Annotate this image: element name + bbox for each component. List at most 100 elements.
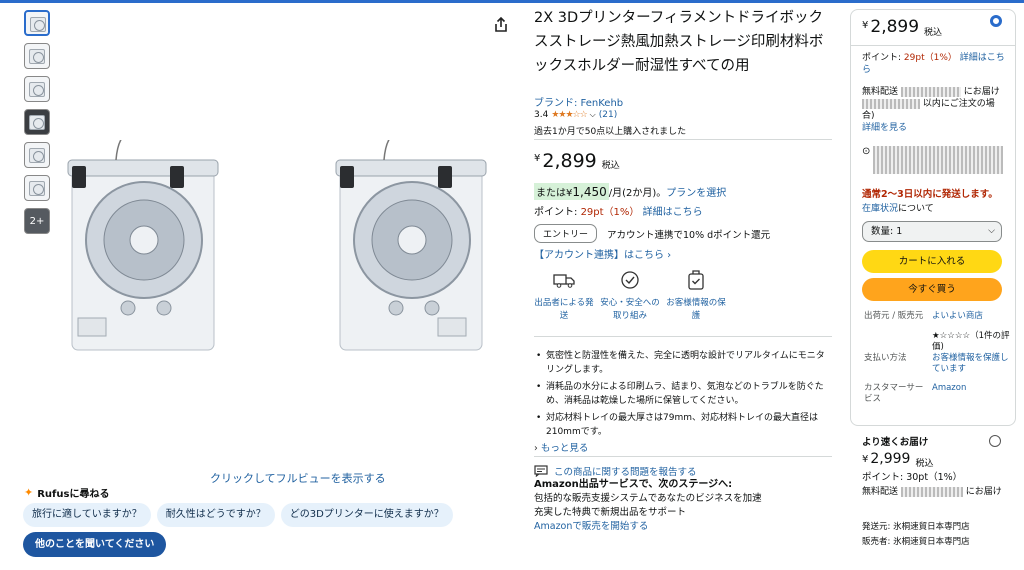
- entry-button[interactable]: エントリー: [534, 224, 598, 243]
- report-issue-link[interactable]: この商品に関する問題を報告する: [534, 464, 697, 478]
- product-title: 2X 3Dプリンターフィラメントドライボックスストレージ熱風加熱ストレージ印刷材…: [534, 10, 824, 74]
- dry-box-right: [335, 140, 487, 351]
- lock-icon: [688, 270, 704, 290]
- quantity-select[interactable]: 数量: 1 ⌵: [862, 221, 1002, 242]
- thumbnail-strip: 2+: [24, 10, 50, 241]
- feature-privacy[interactable]: お客様情報の保護: [666, 268, 726, 323]
- customer-service-link[interactable]: Amazon: [932, 383, 1012, 394]
- installment-row: または¥1,450 /月(2か月)。 プランを選択: [534, 183, 726, 200]
- buy-now-button[interactable]: 今すぐ買う: [862, 278, 1002, 301]
- thumbnail-more[interactable]: 2+: [24, 208, 50, 234]
- payment-link[interactable]: お客様情報を保護しています: [932, 353, 1012, 375]
- rating-stars-icon[interactable]: ★★★☆☆: [551, 110, 587, 120]
- rating-value: 3.4: [534, 110, 549, 120]
- tax-label: 税込: [601, 161, 620, 171]
- amazon-services-promo: Amazon出品サービスで、次のステージへ: 包括的な販売支援システムであなたの…: [534, 478, 762, 534]
- services-line: 包括的な販売支援システムであなたのビジネスを加速: [534, 493, 762, 504]
- ship-from: 発送元: 氷桐速貿日本専門店: [862, 522, 970, 532]
- share-icon[interactable]: [493, 16, 509, 34]
- delivery-location[interactable]: ⊙: [862, 146, 1004, 174]
- redacted-address: [873, 146, 1004, 174]
- rufus-chip-printer[interactable]: どの3Dプリンターに使えますか？: [280, 503, 453, 527]
- points-detail-link[interactable]: 詳細はこちら: [643, 207, 703, 218]
- report-icon: [534, 465, 548, 477]
- offer-radio[interactable]: [989, 435, 1001, 447]
- buybox-delivery: 無料配送 にお届け 以内にご注文の場合) 詳細を見る: [862, 86, 1000, 133]
- chevron-right-icon: ›: [534, 443, 538, 454]
- rufus-chip-durability[interactable]: 耐久性はどうですか？: [156, 503, 275, 527]
- top-accent-line: [0, 0, 1024, 3]
- buybox-price-value: 2,899: [870, 17, 920, 37]
- points-row: ポイント: 29pt（1%） 詳細はこちら: [534, 207, 703, 218]
- shield-icon: [621, 271, 639, 289]
- thumbnail-1[interactable]: [24, 10, 50, 36]
- rufus-header: ✦ Rufusに尋ねる: [24, 485, 109, 500]
- feature-bullets: 気密性と防湿性を備えた、完全に透明な設計でリアルタイムにモニタリングします。 消…: [534, 349, 832, 442]
- redacted-time: [862, 98, 920, 109]
- thumbnail-5[interactable]: [24, 142, 50, 168]
- faster-offer-seller: 発送元: 氷桐速貿日本専門店 販売者: 氷桐速貿日本専門店: [862, 520, 970, 550]
- rufus-ask-button[interactable]: 他のことを聞いてください: [23, 532, 167, 557]
- bullet-item: 消耗品の水分による印刷ムラ、詰まり、気泡などのトラブルを防ぐため、消耗品は乾燥し…: [534, 380, 832, 408]
- feature-safety[interactable]: 安心・安全への取り組み: [600, 268, 660, 323]
- rufus-title: Rufusに尋ねる: [37, 489, 110, 500]
- faster-offer-title: より速くお届け: [862, 437, 929, 448]
- thumbnail-3[interactable]: [24, 76, 50, 102]
- seller-link[interactable]: よいよい商店: [932, 311, 1012, 322]
- installment-highlight: または¥1,450: [534, 183, 609, 200]
- points-value: 29pt（1%）: [580, 207, 640, 218]
- stock-status: 在庫状況について: [862, 204, 934, 214]
- price-block: ¥ 2,899 税込: [534, 150, 620, 172]
- price-value: 2,899: [542, 150, 597, 172]
- redacted-date: [900, 486, 963, 497]
- sell-on-amazon-link[interactable]: Amazonで販売を開始する: [534, 521, 648, 532]
- thumbnail-4[interactable]: [24, 109, 50, 135]
- chevron-down-icon[interactable]: ⌵: [590, 110, 596, 120]
- shipping-notice: 通常2～3日以内に発送します。: [862, 189, 998, 200]
- account-link[interactable]: 【アカウント連携】はこちら ›: [534, 246, 671, 261]
- rufus-suggestions: 旅行に適していますか？ 耐久性はどうですか？ どの3Dプリンターに使えますか？: [23, 503, 453, 527]
- rating-row: 3.4 ★★★☆☆ ⌵ (21): [534, 110, 617, 120]
- rating-count-link[interactable]: (21): [599, 110, 617, 120]
- divider: [851, 45, 1015, 46]
- see-more-link[interactable]: › もっと見る: [534, 440, 588, 454]
- divider: [534, 139, 832, 140]
- faster-offer-delivery: 無料配送 にお届け: [862, 486, 1002, 497]
- buybox-points: ポイント: 29pt（1%） 詳細はこちら: [862, 53, 1005, 75]
- faster-offer-price: ¥ 2,999 税込: [862, 451, 934, 469]
- sold-by: 販売者: 氷桐速貿日本専門店: [862, 537, 970, 547]
- buybox-price: ¥ 2,899 税込: [862, 17, 943, 38]
- bought-count: 過去1か月で50点以上購入されました: [534, 127, 687, 137]
- services-line: 充実した特典で新規出品をサポート: [534, 507, 687, 518]
- installment-suffix: /月(2か月)。: [608, 188, 667, 199]
- truck-icon: [553, 274, 575, 288]
- offer-radio-selected[interactable]: [990, 15, 1002, 27]
- feature-shipping[interactable]: 出品者による発送: [534, 268, 594, 323]
- dry-box-left: [67, 140, 219, 351]
- rufus-spark-icon: ✦: [24, 486, 34, 499]
- add-to-cart-button[interactable]: カートに入れる: [862, 250, 1002, 273]
- thumbnail-6[interactable]: [24, 175, 50, 201]
- chevron-down-icon: ⌵: [988, 226, 995, 236]
- thumbnail-2[interactable]: [24, 43, 50, 69]
- faster-offer-points: ポイント: 30pt（1%）: [862, 472, 963, 483]
- divider: [534, 336, 832, 337]
- redacted-date: [900, 86, 961, 97]
- stock-link[interactable]: 在庫状況: [862, 204, 898, 214]
- full-view-link[interactable]: クリックしてフルビューを表示する: [210, 470, 386, 486]
- bullet-item: 対応材料トレイの最大厚さは79mm、対応材料トレイの最大直径は210mmです。: [534, 411, 832, 439]
- rufus-chip-travel[interactable]: 旅行に適していますか？: [23, 503, 151, 527]
- brand-link[interactable]: ブランド: FenKehb: [534, 94, 623, 109]
- divider: [534, 456, 832, 457]
- trust-features: 出品者による発送 安心・安全への取り組み お客様情報の保護: [534, 268, 726, 323]
- bullet-item: 気密性と防湿性を備えた、完全に透明な設計でリアルタイムにモニタリングします。: [534, 349, 832, 377]
- delivery-details-link[interactable]: 詳細を見る: [862, 123, 907, 133]
- price-symbol: ¥: [534, 153, 541, 164]
- product-image[interactable]: [58, 140, 528, 360]
- location-pin-icon: ⊙: [862, 146, 871, 157]
- services-title: Amazon出品サービスで、次のステージへ:: [534, 479, 733, 490]
- dpoint-text: アカウント連携で10% dポイント還元: [607, 229, 771, 241]
- seller-review: ★☆☆☆☆（1件の評価): [932, 331, 1010, 352]
- plan-select-link[interactable]: プランを選択: [666, 184, 726, 199]
- dpoint-row: エントリー アカウント連携で10% dポイント還元: [534, 224, 770, 243]
